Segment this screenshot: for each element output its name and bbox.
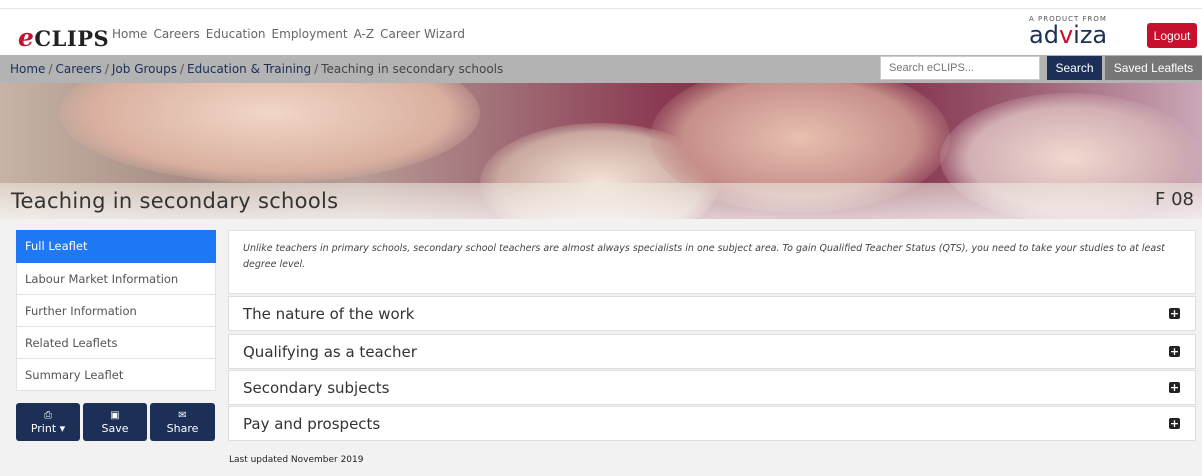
- top-bar: eCLIPS Home Careers Education Employment…: [0, 9, 1202, 56]
- plus-icon[interactable]: +: [1169, 308, 1180, 319]
- envelope-icon: ✉: [178, 409, 187, 421]
- sidebar-menu: Full Leaflet Labour Market Information F…: [16, 230, 216, 391]
- nav-education[interactable]: Education: [206, 27, 266, 41]
- nav-home[interactable]: Home: [112, 27, 147, 41]
- share-button[interactable]: ✉ Share: [150, 403, 215, 441]
- saved-leaflets-button[interactable]: Saved Leaflets: [1105, 56, 1202, 80]
- save-icon: ▣: [110, 409, 120, 421]
- sidebar-item-full-leaflet[interactable]: Full Leaflet: [16, 230, 216, 263]
- section-title: Pay and prospects: [243, 415, 381, 433]
- breadcrumb-home[interactable]: Home: [10, 62, 45, 76]
- section-secondary-subjects[interactable]: Secondary subjects +: [228, 370, 1196, 405]
- top-strip: [0, 0, 1202, 9]
- sidebar-item-labour-market-information[interactable]: Labour Market Information: [16, 263, 216, 295]
- section-pay-and-prospects[interactable]: Pay and prospects +: [228, 406, 1196, 441]
- breadcrumb-job-groups[interactable]: Job Groups: [112, 62, 177, 76]
- leaflet-actions: ⎙ Print ▾ ▣ Save ✉ Share: [16, 403, 216, 441]
- adviza-brand: A PRODUCT FROM adviza: [1029, 15, 1139, 49]
- section-nature-of-work[interactable]: The nature of the work +: [228, 296, 1196, 331]
- top-nav: Home Careers Education Employment A-Z Ca…: [112, 27, 465, 41]
- section-qualifying-as-teacher[interactable]: Qualifying as a teacher +: [228, 334, 1196, 369]
- search-input[interactable]: [880, 56, 1040, 80]
- plus-icon[interactable]: +: [1169, 382, 1180, 393]
- breadcrumb-current: Teaching in secondary schools: [321, 62, 504, 76]
- nav-career-wizard[interactable]: Career Wizard: [380, 27, 465, 41]
- print-button[interactable]: ⎙ Print ▾: [16, 403, 80, 441]
- nav-a-z[interactable]: A-Z: [354, 27, 375, 41]
- search-button[interactable]: Search: [1047, 56, 1102, 80]
- print-icon: ⎙: [44, 409, 52, 421]
- nav-employment[interactable]: Employment: [272, 27, 348, 41]
- eclips-logo[interactable]: eCLIPS: [18, 23, 109, 52]
- sidebar-item-summary-leaflet[interactable]: Summary Leaflet: [16, 359, 216, 391]
- plus-icon[interactable]: +: [1169, 346, 1180, 357]
- last-updated: Last updated November 2019: [229, 455, 364, 465]
- leaflet-code: F 08: [1155, 189, 1194, 210]
- sidebar-item-related-leaflets[interactable]: Related Leaflets: [16, 327, 216, 359]
- save-button[interactable]: ▣ Save: [83, 403, 147, 441]
- breadcrumb-careers[interactable]: Careers: [55, 62, 101, 76]
- breadcrumb-education-training[interactable]: Education & Training: [187, 62, 311, 76]
- section-title: The nature of the work: [243, 305, 415, 323]
- plus-icon[interactable]: +: [1169, 418, 1180, 429]
- breadcrumb: Home / Careers / Job Groups / Education & Trai…: [10, 62, 504, 76]
- adviza-logo: adviza: [1029, 21, 1108, 49]
- logout-button[interactable]: Logout: [1147, 23, 1197, 48]
- section-title: Secondary subjects: [243, 379, 390, 397]
- section-title: Qualifying as a teacher: [243, 343, 417, 361]
- nav-careers[interactable]: Careers: [153, 27, 199, 41]
- intro-text: Unlike teachers in primary schools, seco…: [228, 230, 1196, 294]
- sidebar-item-further-information[interactable]: Further Information: [16, 295, 216, 327]
- page-title: Teaching in secondary schools: [11, 189, 339, 213]
